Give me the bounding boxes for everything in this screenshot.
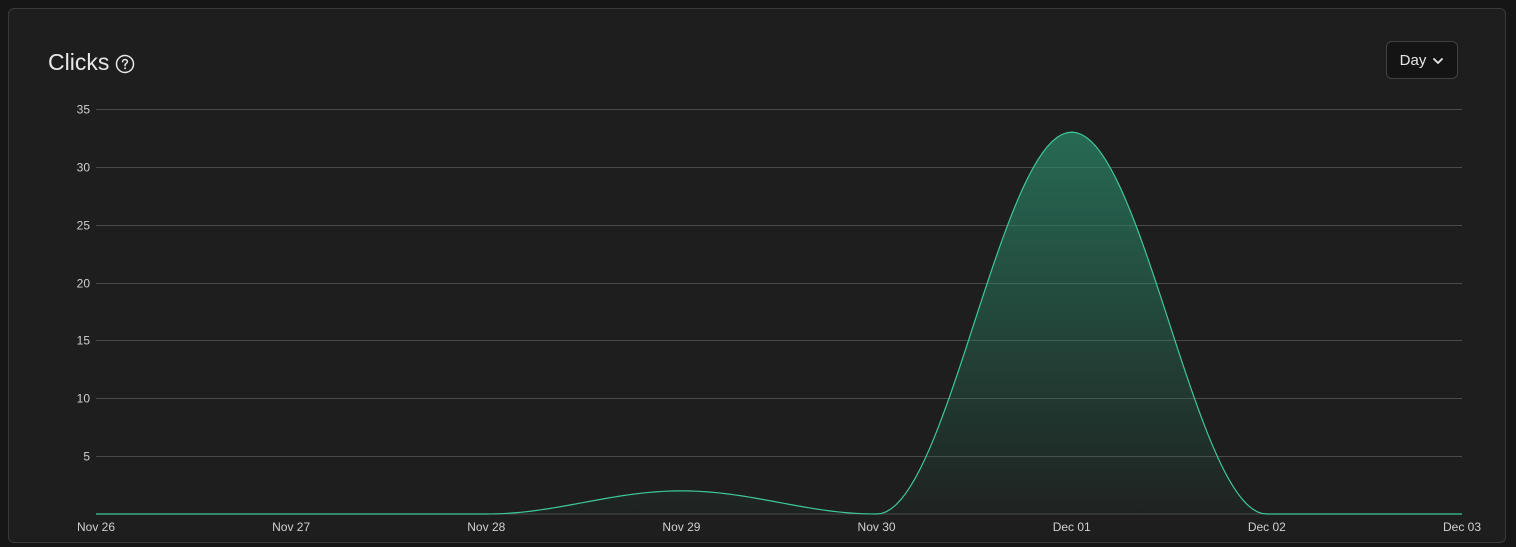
y-tick-label: 15 bbox=[77, 334, 91, 348]
clicks-area-chart: 5 10 15 20 25 30 35 Nov 26 Nov 27 Nov 28 Nov 29 Nov… bbox=[77, 103, 1482, 535]
x-tick-label: Dec 03 bbox=[1443, 520, 1481, 534]
y-tick-label: 10 bbox=[77, 392, 91, 406]
x-tick-label: Nov 29 bbox=[662, 520, 700, 534]
data-point[interactable] bbox=[874, 511, 880, 517]
y-tick-label: 20 bbox=[77, 277, 91, 291]
y-tick-label: 35 bbox=[77, 103, 91, 117]
y-tick-label: 30 bbox=[77, 161, 91, 175]
data-point[interactable] bbox=[1264, 511, 1270, 517]
data-point[interactable] bbox=[288, 511, 294, 517]
data-point[interactable] bbox=[1069, 129, 1075, 135]
x-tick-label: Nov 30 bbox=[858, 520, 896, 534]
area-series bbox=[93, 129, 1465, 517]
x-tick-label: Nov 27 bbox=[272, 520, 310, 534]
x-tick-label: Nov 28 bbox=[467, 520, 505, 534]
x-tick-label: Nov 26 bbox=[77, 520, 115, 534]
y-tick-label: 25 bbox=[77, 219, 91, 233]
x-tick-label: Dec 02 bbox=[1248, 520, 1286, 534]
grid-lines bbox=[96, 109, 1462, 515]
data-point[interactable] bbox=[678, 488, 684, 494]
data-point[interactable] bbox=[93, 511, 99, 517]
x-tick-label: Dec 01 bbox=[1053, 520, 1091, 534]
data-point[interactable] bbox=[483, 511, 489, 517]
data-point[interactable] bbox=[1459, 511, 1465, 517]
y-tick-label: 5 bbox=[83, 450, 90, 464]
